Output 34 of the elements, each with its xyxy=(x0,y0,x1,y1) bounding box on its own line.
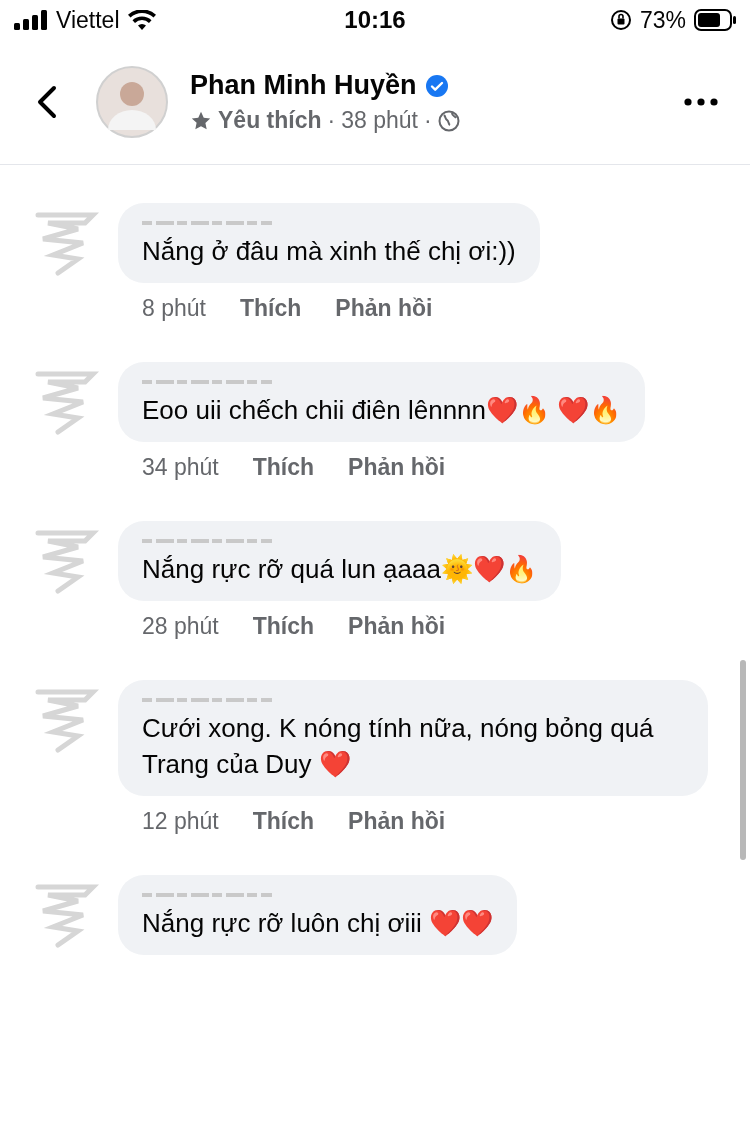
post-time: 38 phút xyxy=(341,107,418,134)
scrollbar[interactable] xyxy=(740,660,746,860)
page-name[interactable]: Phan Minh Huyền xyxy=(190,70,417,101)
separator-dot: · xyxy=(327,107,336,134)
comment-time: 12 phút xyxy=(142,808,219,835)
reply-link[interactable]: Phản hồi xyxy=(348,613,446,640)
carrier-name: Viettel xyxy=(56,6,120,34)
comment-time: 8 phút xyxy=(142,295,206,322)
like-link[interactable]: Thích xyxy=(239,295,302,322)
separator-dot: · xyxy=(423,107,432,134)
reply-link[interactable]: Phản hồi xyxy=(335,295,433,322)
battery-percent: 73% xyxy=(639,6,686,34)
comment-text: Nắng rực rỡ quá lun ạaaa🌞❤🔥 xyxy=(142,553,537,586)
more-options-icon[interactable] xyxy=(684,98,718,106)
avatar[interactable] xyxy=(96,66,168,138)
comment-text: Eoo uii chếch chii điên lênnnn❤🔥 ❤🔥 xyxy=(142,394,622,427)
comment-time: 28 phút xyxy=(142,613,219,640)
like-link[interactable]: Thích xyxy=(252,808,315,835)
comment-text: Cưới xong. K nóng tính nữa, nóng bỏng quá Trang của Duy ❤ xyxy=(142,712,655,781)
like-link[interactable]: Thích xyxy=(252,454,315,481)
favorite-label: Yêu thích xyxy=(218,107,322,134)
like-link[interactable]: Thích xyxy=(252,613,315,640)
rotation-lock-icon xyxy=(609,9,632,31)
globe-icon xyxy=(437,109,460,132)
reply-link[interactable]: Phản hồi xyxy=(348,808,446,835)
comment-time: 34 phút xyxy=(142,454,219,481)
reply-link[interactable]: Phản hồi xyxy=(348,454,446,481)
battery-icon xyxy=(694,9,736,31)
comment-text: Nắng ở đâu mà xinh thế chị ơi:)) xyxy=(142,235,516,268)
comment-text: Nắng rực rỡ luôn chị ơiii ❤❤ xyxy=(142,907,494,940)
signal-icon xyxy=(14,10,48,30)
wifi-icon xyxy=(127,10,156,30)
clock-time: 10:16 xyxy=(344,6,406,34)
back-icon[interactable] xyxy=(36,85,58,119)
